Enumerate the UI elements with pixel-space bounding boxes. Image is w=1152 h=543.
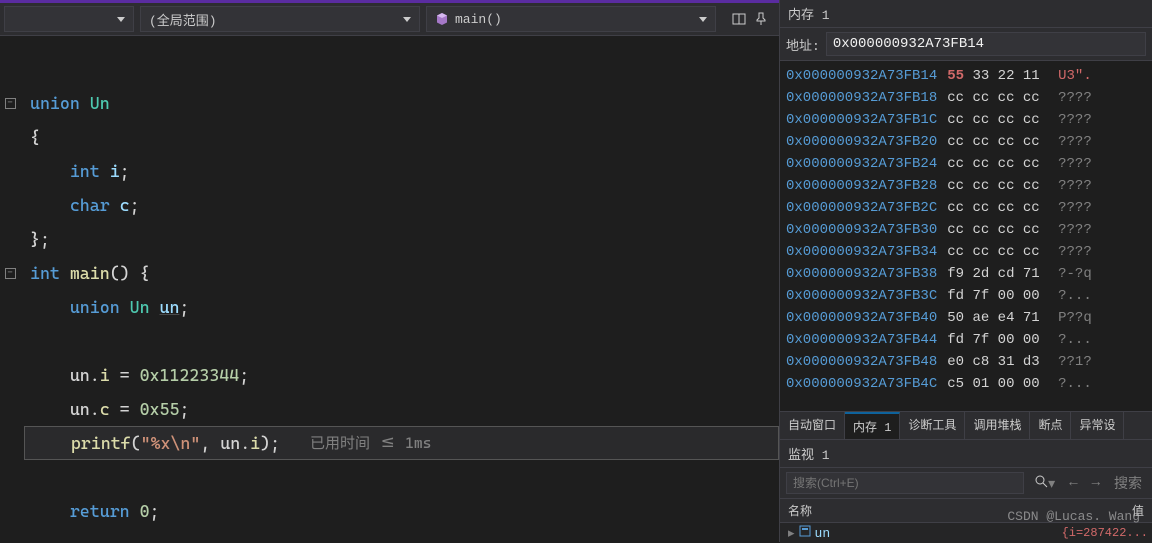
outline-collapse-icon[interactable]: −	[5, 98, 16, 109]
cube-icon	[435, 12, 449, 26]
struct-icon	[799, 525, 811, 541]
watch-columns: 名称 值	[780, 498, 1152, 523]
memory-row[interactable]: 0x000000932A73FB1Ccc cc cc cc ????	[786, 109, 1146, 131]
tab-诊断工具[interactable]: 诊断工具	[900, 412, 965, 439]
pin-icon[interactable]	[751, 9, 771, 29]
memory-row[interactable]: 0x000000932A73FB30cc cc cc cc ????	[786, 219, 1146, 241]
code-line[interactable]	[24, 324, 779, 358]
outline-gutter[interactable]: −−	[0, 36, 20, 542]
tab-调用堆栈[interactable]: 调用堆栈	[965, 412, 1030, 439]
memory-row[interactable]: 0x000000932A73FB34cc cc cc cc ????	[786, 241, 1146, 263]
code-line[interactable]: return 0;	[24, 494, 779, 528]
address-label: 地址:	[786, 35, 820, 54]
watch-search-row: ▾ ← → 搜索	[780, 468, 1152, 498]
tab-断点[interactable]: 断点	[1030, 412, 1071, 439]
watch-title: 监视 1	[780, 440, 1152, 468]
search-icon[interactable]: ▾	[1030, 474, 1059, 493]
scope-dropdown-empty[interactable]	[4, 6, 134, 32]
col-value: 值	[966, 499, 1152, 522]
memory-row[interactable]: 0x000000932A73FB4050 ae e4 71 P??q	[786, 307, 1146, 329]
outline-collapse-icon[interactable]: −	[5, 268, 16, 279]
memory-row[interactable]: 0x000000932A73FB1455 33 22 11 U3".	[786, 65, 1146, 87]
memory-address-bar: 地址:	[780, 28, 1152, 61]
memory-dump[interactable]: 0x000000932A73FB1455 33 22 11 U3".0x0000…	[780, 61, 1152, 411]
memory-row[interactable]: 0x000000932A73FB3Cfd 7f 00 00 ?...	[786, 285, 1146, 307]
memory-row[interactable]: 0x000000932A73FB18cc cc cc cc ????	[786, 87, 1146, 109]
memory-row[interactable]: 0x000000932A73FB4Cc5 01 00 00 ?...	[786, 373, 1146, 395]
chevron-down-icon	[117, 17, 125, 22]
watch-item-name: un	[815, 526, 831, 541]
memory-row[interactable]: 0x000000932A73FB24cc cc cc cc ????	[786, 153, 1146, 175]
code-line[interactable]	[24, 460, 779, 494]
address-input[interactable]	[826, 32, 1146, 56]
tab-异常设[interactable]: 异常设	[1071, 412, 1124, 439]
memory-row[interactable]: 0x000000932A73FB48e0 c8 31 d3 ??1?	[786, 351, 1146, 373]
code-line[interactable]: un.c = 0x55;	[24, 392, 779, 426]
code-line[interactable]: union Un un;	[24, 290, 779, 324]
chevron-down-icon	[403, 17, 411, 22]
code-editor[interactable]: −− union Un{ int i; char c;};int main() …	[0, 36, 779, 542]
code-line[interactable]: {	[24, 120, 779, 154]
editor-toolbar: (全局范围) main()	[0, 0, 779, 36]
tool-tabs: 自动窗口内存 1诊断工具调用堆栈断点异常设	[780, 411, 1152, 440]
expand-icon[interactable]: ▸	[788, 526, 795, 541]
memory-row[interactable]: 0x000000932A73FB2Ccc cc cc cc ????	[786, 197, 1146, 219]
chevron-down-icon	[699, 17, 707, 22]
nav-next-icon[interactable]: →	[1088, 475, 1104, 491]
scope-dropdown[interactable]: (全局范围)	[140, 6, 420, 32]
code-line[interactable]: };	[24, 222, 779, 256]
memory-row[interactable]: 0x000000932A73FB38f9 2d cd 71 ?-?q	[786, 263, 1146, 285]
nav-prev-icon[interactable]: ←	[1065, 475, 1081, 491]
tab-自动窗口[interactable]: 自动窗口	[780, 412, 845, 439]
code-line[interactable]: int i;	[24, 154, 779, 188]
function-dropdown[interactable]: main()	[426, 6, 716, 32]
memory-row[interactable]: 0x000000932A73FB44fd 7f 00 00 ?...	[786, 329, 1146, 351]
memory-panel-title: 内存 1	[780, 0, 1152, 28]
code-line[interactable]: un.i = 0x11223344;	[24, 358, 779, 392]
memory-row[interactable]: 0x000000932A73FB28cc cc cc cc ????	[786, 175, 1146, 197]
col-name: 名称	[780, 499, 966, 522]
code-line[interactable]: printf("%x\n", un.i); 已用时间 <= 1ms	[24, 426, 779, 460]
split-editor-icon[interactable]	[729, 9, 749, 29]
value-readout: {i=287422...	[1062, 526, 1148, 540]
code-line[interactable]: union Un	[24, 86, 779, 120]
search-label: 搜索	[1110, 473, 1146, 493]
tab-内存 1[interactable]: 内存 1	[845, 412, 900, 439]
code-line[interactable]: char c;	[24, 188, 779, 222]
code-line[interactable]: int main() {	[24, 256, 779, 290]
watch-search-input[interactable]	[786, 472, 1024, 494]
memory-row[interactable]: 0x000000932A73FB20cc cc cc cc ????	[786, 131, 1146, 153]
